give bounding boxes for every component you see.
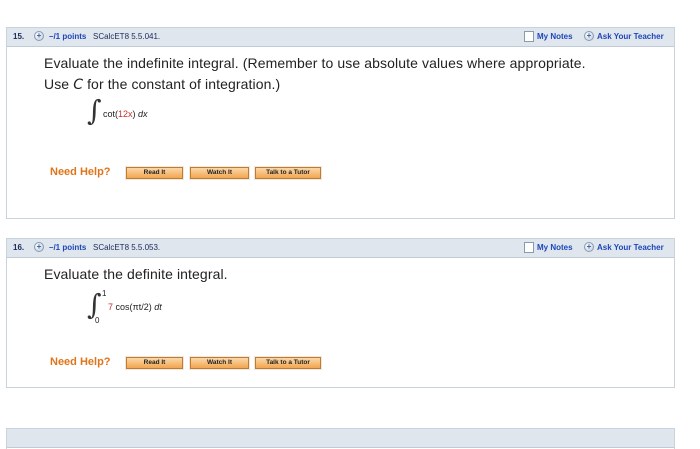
points-label: –/1 points [49,32,87,41]
integrand: cot(12x) dx [103,109,148,119]
question-prompt: Evaluate the indefinite integral. (Remem… [44,55,586,93]
talk-to-tutor-button[interactable]: Talk to a Tutor [254,166,322,180]
question-15: 15. + –/1 points SCalcET8 5.5.041. My No… [6,27,675,219]
integral-sign: ∫ [87,94,102,127]
question-16: 16. + –/1 points SCalcET8 5.5.053. My No… [6,238,675,388]
watch-it-button[interactable]: Watch It [189,166,250,180]
notes-icon[interactable] [524,31,534,42]
source-label: SCalcET8 5.5.053. [93,243,161,252]
ask-teacher-icon[interactable]: + [584,31,594,41]
ask-teacher-icon[interactable]: + [584,242,594,252]
question-number: 16. [13,243,25,252]
integral-sign: ∫ [87,288,102,321]
my-notes-link[interactable]: My Notes [537,32,573,41]
need-help-label: Need Help? [50,356,111,368]
lower-limit: 0 [95,316,100,325]
watch-it-button[interactable]: Watch It [189,356,250,370]
source-label: SCalcET8 5.5.041. [93,32,161,41]
expand-icon[interactable]: + [34,31,44,41]
read-it-button[interactable]: Read It [125,356,184,370]
integrand: 7 cos(πt/2) dt [108,302,162,312]
ask-teacher-link[interactable]: Ask Your Teacher [597,243,664,252]
upper-limit: 1 [102,289,107,298]
question-header: 15. + –/1 points SCalcET8 5.5.041. My No… [7,28,674,47]
question-prompt: Evaluate the definite integral. [44,266,228,282]
my-notes-link[interactable]: My Notes [537,243,573,252]
points-label: –/1 points [49,243,87,252]
question-header [7,429,674,448]
read-it-button[interactable]: Read It [125,166,184,180]
question-number: 15. [13,32,25,41]
need-help-label: Need Help? [50,166,111,178]
question-17-partial [6,428,675,449]
notes-icon[interactable] [524,242,534,253]
question-header: 16. + –/1 points SCalcET8 5.5.053. My No… [7,239,674,258]
talk-to-tutor-button[interactable]: Talk to a Tutor [254,356,322,370]
expand-icon[interactable]: + [34,242,44,252]
ask-teacher-link[interactable]: Ask Your Teacher [597,32,664,41]
